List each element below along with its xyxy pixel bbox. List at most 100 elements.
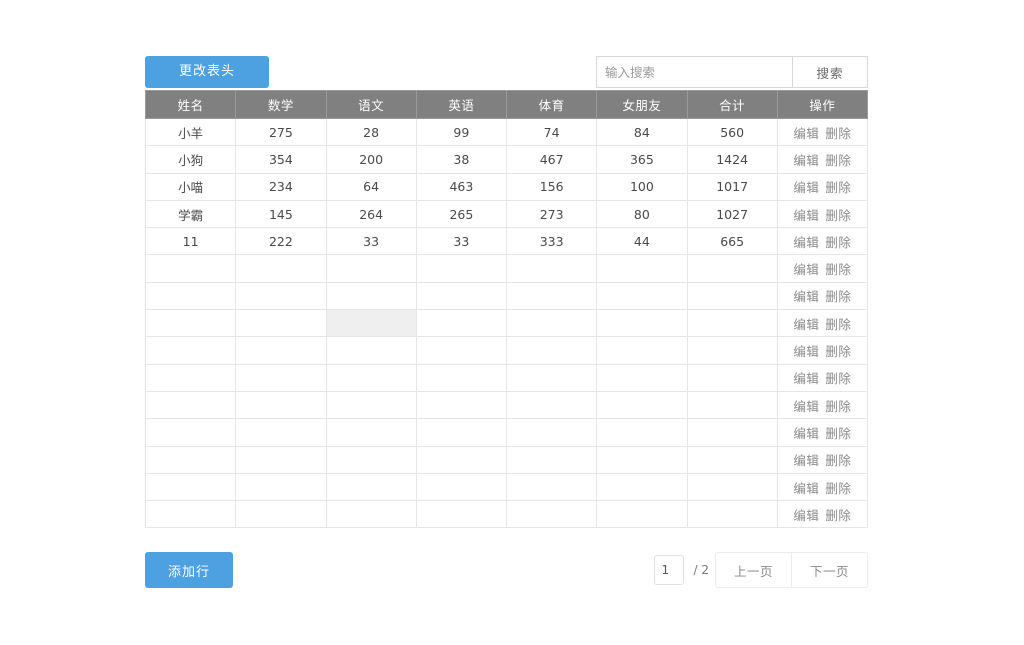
cell-体育[interactable] [505,418,598,447]
cell-数学[interactable] [235,254,327,283]
delete-link[interactable]: 删除 [822,341,854,360]
cell-合计[interactable]: 1424 [686,145,778,174]
cell-合计[interactable] [686,281,778,311]
edit-link[interactable]: 编辑 [790,341,822,360]
cell-合计[interactable] [686,336,778,365]
page-number-input[interactable] [654,555,685,585]
edit-link[interactable]: 编辑 [790,205,822,224]
cell-姓名[interactable]: 11 [144,227,237,256]
cell-数学[interactable] [235,472,327,502]
cell-英语[interactable] [415,309,508,338]
cell-女朋友[interactable] [596,500,688,529]
cell-姓名[interactable] [144,281,237,311]
cell-合计[interactable] [686,472,778,502]
cell-数学[interactable] [235,445,327,474]
cell-语文[interactable] [325,309,417,338]
delete-link[interactable]: 删除 [822,259,854,278]
cell-姓名[interactable] [144,472,237,502]
delete-link[interactable]: 删除 [822,423,854,442]
delete-link[interactable]: 删除 [822,123,854,142]
edit-link[interactable]: 编辑 [790,232,822,251]
delete-link[interactable]: 删除 [822,150,854,169]
cell-英语[interactable] [415,472,508,502]
cell-语文[interactable]: 200 [325,145,417,174]
cell-英语[interactable] [415,254,508,283]
column-header-3[interactable]: 英语 [416,90,508,119]
cell-数学[interactable] [235,309,327,338]
cell-数学[interactable] [235,418,327,447]
cell-女朋友[interactable] [596,390,688,420]
cell-英语[interactable] [415,500,508,529]
delete-link[interactable]: 删除 [822,450,854,469]
edit-link[interactable]: 编辑 [790,123,822,142]
cell-语文[interactable] [325,445,417,474]
cell-语文[interactable] [325,472,417,502]
cell-姓名[interactable]: 小羊 [144,117,237,147]
cell-女朋友[interactable]: 44 [596,227,688,256]
edit-link[interactable]: 编辑 [790,314,822,333]
delete-link[interactable]: 删除 [822,314,854,333]
cell-合计[interactable] [686,390,778,420]
cell-姓名[interactable]: 小喵 [144,172,237,201]
cell-语文[interactable] [325,281,417,311]
cell-体育[interactable]: 156 [505,172,598,201]
cell-合计[interactable] [686,309,778,338]
cell-姓名[interactable] [144,445,237,474]
cell-语文[interactable]: 64 [325,172,417,201]
edit-link[interactable]: 编辑 [790,450,822,469]
cell-体育[interactable] [505,445,598,474]
cell-英语[interactable] [415,445,508,474]
edit-link[interactable]: 编辑 [790,478,822,497]
cell-语文[interactable] [325,336,417,365]
change-header-button[interactable]: 更改表头 [145,56,269,88]
delete-link[interactable]: 删除 [822,232,854,251]
cell-体育[interactable] [505,254,598,283]
cell-体育[interactable] [505,390,598,420]
cell-合计[interactable] [686,500,778,529]
edit-link[interactable]: 编辑 [790,368,822,387]
cell-数学[interactable]: 234 [235,172,327,201]
cell-女朋友[interactable] [596,445,688,474]
cell-合计[interactable]: 665 [686,227,778,256]
cell-体育[interactable]: 273 [505,199,598,229]
cell-英语[interactable] [415,418,508,447]
edit-link[interactable]: 编辑 [790,177,822,196]
cell-姓名[interactable] [144,336,237,365]
cell-英语[interactable] [415,390,508,420]
cell-语文[interactable] [325,500,417,529]
cell-女朋友[interactable] [596,472,688,502]
delete-link[interactable]: 删除 [822,177,854,196]
cell-合计[interactable] [686,363,778,392]
cell-女朋友[interactable] [596,336,688,365]
cell-数学[interactable]: 275 [235,117,327,147]
edit-link[interactable]: 编辑 [790,150,822,169]
cell-体育[interactable] [505,500,598,529]
delete-link[interactable]: 删除 [822,478,854,497]
cell-数学[interactable] [235,281,327,311]
column-header-1[interactable]: 数学 [235,90,327,119]
delete-link[interactable]: 删除 [822,368,854,387]
cell-女朋友[interactable]: 84 [596,117,688,147]
cell-女朋友[interactable]: 365 [596,145,688,174]
cell-数学[interactable] [235,336,327,365]
prev-page-button[interactable]: 上一页 [714,552,791,588]
cell-姓名[interactable] [144,309,237,338]
cell-英语[interactable] [415,281,508,311]
column-header-5[interactable]: 女朋友 [596,90,688,119]
cell-合计[interactable] [686,445,778,474]
cell-数学[interactable] [235,390,327,420]
delete-link[interactable]: 删除 [822,286,854,305]
cell-姓名[interactable] [144,254,237,283]
cell-语文[interactable] [325,363,417,392]
delete-link[interactable]: 删除 [822,396,854,415]
cell-女朋友[interactable] [596,254,688,283]
cell-语文[interactable]: 33 [325,227,417,256]
column-header-6[interactable]: 合计 [687,90,778,119]
delete-link[interactable]: 删除 [822,205,854,224]
cell-女朋友[interactable] [596,418,688,447]
next-page-button[interactable]: 下一页 [790,552,868,588]
cell-合计[interactable] [686,418,778,447]
cell-体育[interactable] [505,363,598,392]
cell-英语[interactable] [415,336,508,365]
cell-体育[interactable]: 74 [505,117,598,147]
